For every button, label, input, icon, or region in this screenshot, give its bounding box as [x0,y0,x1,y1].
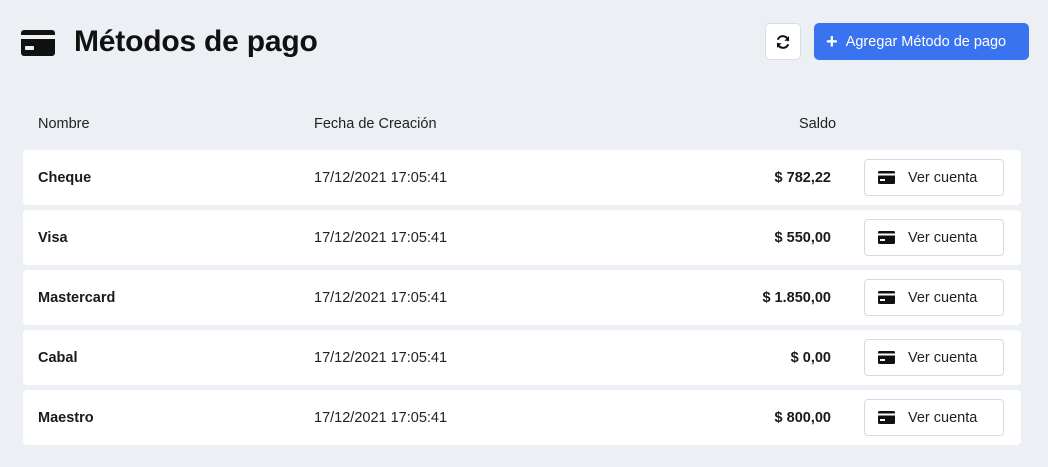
view-account-label: Ver cuenta [908,229,978,246]
table-row: Visa 17/12/2021 17:05:41 $ 550,00 Ver cu… [23,210,1021,265]
credit-card-icon [878,351,895,364]
refresh-button[interactable] [765,23,801,60]
table-row: Cheque 17/12/2021 17:05:41 $ 782,22 Ver … [23,150,1021,205]
view-account-button[interactable]: Ver cuenta [864,279,1004,316]
payment-methods-list: Cheque 17/12/2021 17:05:41 $ 782,22 Ver … [23,150,1021,450]
creation-date: 17/12/2021 17:05:41 [314,410,448,426]
page-header: Métodos de pago + Agregar Método de pago [0,0,1048,90]
creation-date: 17/12/2021 17:05:41 [314,170,448,186]
add-payment-method-button[interactable]: + Agregar Método de pago [814,23,1029,60]
credit-card-icon [878,231,895,244]
payment-method-name: Cheque [38,170,92,186]
view-account-label: Ver cuenta [908,349,978,366]
credit-card-icon [878,411,895,424]
view-account-label: Ver cuenta [908,409,978,426]
payment-method-name: Visa [38,230,68,246]
column-header-date: Fecha de Creación [314,116,437,132]
balance-value: $ 550,00 [774,230,831,246]
credit-card-icon [21,30,55,56]
payment-method-name: Maestro [38,410,94,426]
column-header-name: Nombre [38,116,90,132]
refresh-icon [776,34,790,49]
view-account-label: Ver cuenta [908,289,978,306]
table-row: Cabal 17/12/2021 17:05:41 $ 0,00 Ver cue… [23,330,1021,385]
payment-method-name: Mastercard [38,290,116,306]
credit-card-icon [878,291,895,304]
balance-value: $ 800,00 [774,410,831,426]
plus-icon: + [826,30,838,53]
payment-method-name: Cabal [38,350,78,366]
creation-date: 17/12/2021 17:05:41 [314,230,448,246]
add-payment-method-label: Agregar Método de pago [845,33,1007,50]
view-account-button[interactable]: Ver cuenta [864,219,1004,256]
view-account-label: Ver cuenta [908,169,978,186]
credit-card-icon [878,171,895,184]
balance-value: $ 782,22 [774,170,831,186]
view-account-button[interactable]: Ver cuenta [864,399,1004,436]
view-account-button[interactable]: Ver cuenta [864,159,1004,196]
creation-date: 17/12/2021 17:05:41 [314,290,448,306]
table-row: Mastercard 17/12/2021 17:05:41 $ 1.850,0… [23,270,1021,325]
balance-value: $ 1.850,00 [762,290,831,306]
view-account-button[interactable]: Ver cuenta [864,339,1004,376]
table-row: Maestro 17/12/2021 17:05:41 $ 800,00 Ver… [23,390,1021,445]
balance-value: $ 0,00 [790,350,831,366]
creation-date: 17/12/2021 17:05:41 [314,350,448,366]
column-header-balance: Saldo [799,116,837,132]
page-title: Métodos de pago [74,25,318,58]
